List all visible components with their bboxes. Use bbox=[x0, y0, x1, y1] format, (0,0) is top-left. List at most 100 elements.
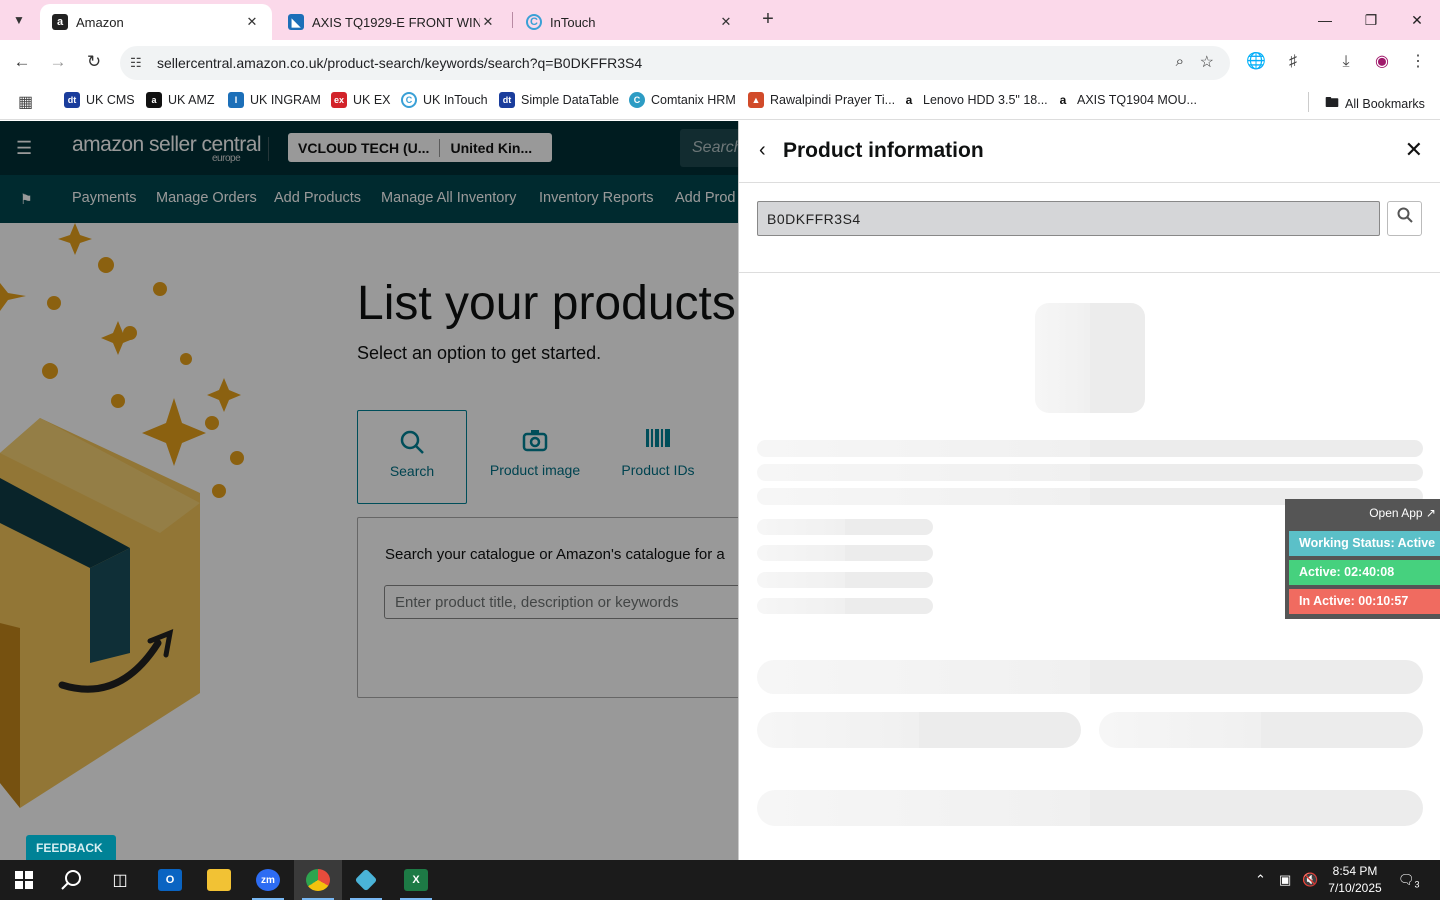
axis-favicon-icon: ◣ bbox=[288, 14, 304, 30]
download-icon[interactable]: ⤓ bbox=[1335, 51, 1357, 73]
bookmarks-bar: ▦ dt UK CMS a UK AMZ I UK INGRAM ex UK EX CU… bbox=[0, 84, 1440, 120]
browser-toolbar: ← → ↻ ☷ sellercentral.amazon.co.uk/produ… bbox=[0, 40, 1440, 84]
bookmark-prayer-times[interactable]: ▲ Rawalpindi Prayer Ti... bbox=[748, 92, 895, 108]
feedback-button[interactable]: FEEDBACK ✕ bbox=[26, 835, 116, 860]
tab-separator bbox=[512, 12, 513, 28]
bookmark-star-icon[interactable]: ☆ bbox=[1200, 52, 1214, 72]
minimize-button[interactable]: — bbox=[1311, 8, 1339, 32]
loading-line-placeholder bbox=[757, 440, 1423, 457]
search-icon[interactable] bbox=[48, 860, 96, 900]
drawer-header: ‹ Product information ✕ bbox=[739, 121, 1440, 183]
drawer-title: Product information bbox=[783, 139, 984, 162]
reload-button[interactable]: ↻ bbox=[82, 50, 106, 74]
apps-grid-icon[interactable]: ▦ bbox=[18, 92, 33, 112]
asin-search-button[interactable] bbox=[1387, 201, 1422, 236]
active-time: Active: 02:40:08 bbox=[1289, 560, 1440, 585]
bookmark-icon: dt bbox=[64, 92, 80, 108]
extensions-icon[interactable]: ♯ bbox=[1282, 51, 1304, 73]
product-information-drawer: ‹ Product information ✕ B0DKFFR3S4 bbox=[738, 121, 1440, 860]
file-explorer-icon[interactable] bbox=[195, 860, 243, 900]
close-tab-icon[interactable]: ✕ bbox=[718, 14, 734, 30]
loading-button-placeholder bbox=[757, 660, 1423, 694]
chevron-left-icon[interactable]: ‹ bbox=[759, 139, 766, 162]
intouch-status-widget: Open App ↗ Working Status: Active Active… bbox=[1285, 499, 1440, 619]
address-bar[interactable]: ☷ sellercentral.amazon.co.uk/product-sea… bbox=[120, 46, 1230, 80]
network-icon[interactable]: ▣ bbox=[1279, 872, 1291, 888]
bookmark-simple-datatable[interactable]: dt Simple DataTable bbox=[499, 92, 619, 108]
taskbar-clock[interactable]: 8:54 PM 7/10/2025 bbox=[1324, 863, 1386, 897]
bookmark-uk-intouch[interactable]: C UK InTouch bbox=[401, 92, 488, 108]
tab-search-chevron-icon[interactable]: ▼ bbox=[6, 8, 32, 32]
bookmark-icon: a bbox=[146, 92, 162, 108]
restore-button[interactable]: ❐ bbox=[1357, 8, 1385, 32]
amazon-favicon-icon: a bbox=[52, 14, 68, 30]
chrome-icon[interactable] bbox=[294, 860, 342, 900]
notification-center-icon[interactable]: 🗨3 bbox=[1398, 872, 1420, 890]
tab-title: AXIS TQ1929-E FRONT WINDOW bbox=[312, 14, 480, 30]
folder-icon: 🖿 bbox=[1325, 94, 1339, 110]
intouch-favicon-icon: C bbox=[526, 14, 542, 30]
tray-chevron-up-icon[interactable]: ⌃ bbox=[1255, 872, 1266, 888]
close-drawer-icon[interactable]: ✕ bbox=[1405, 137, 1423, 163]
site-info-icon[interactable]: ☷ bbox=[130, 55, 142, 71]
new-tab-button[interactable]: + bbox=[756, 8, 780, 32]
browser-tab-strip: ▼ a Amazon ✕ ◣ AXIS TQ1929-E FRONT WINDO… bbox=[0, 0, 1440, 40]
asin-search-input[interactable]: B0DKFFR3S4 bbox=[757, 201, 1380, 236]
clock-date: 7/10/2025 bbox=[1328, 881, 1382, 895]
loading-button-placeholder bbox=[757, 712, 1081, 748]
bookmark-icon: dt bbox=[499, 92, 515, 108]
bookmark-icon: a bbox=[1055, 92, 1071, 108]
drawer-divider bbox=[739, 272, 1440, 273]
seller-central-page: ☰ amazon seller central europe VCLOUD TE… bbox=[0, 121, 1440, 860]
bookmark-icon: ▲ bbox=[748, 92, 764, 108]
back-button[interactable]: ← bbox=[10, 50, 34, 74]
clock-time: 8:54 PM bbox=[1332, 864, 1378, 878]
close-tab-icon[interactable]: ✕ bbox=[244, 14, 260, 30]
loading-image-placeholder bbox=[1035, 303, 1145, 413]
bookmark-uk-cms[interactable]: dt UK CMS bbox=[64, 92, 135, 108]
bookmark-uk-amz[interactable]: a UK AMZ bbox=[146, 92, 215, 108]
inactive-time: In Active: 00:10:57 bbox=[1289, 589, 1440, 614]
excel-icon[interactable]: X bbox=[392, 860, 440, 900]
bookmark-axis-tq1904[interactable]: a AXIS TQ1904 MOU... bbox=[1055, 92, 1197, 108]
bookmark-icon: ex bbox=[331, 92, 347, 108]
tab-amazon[interactable]: a Amazon ✕ bbox=[40, 4, 272, 40]
bookmark-icon: C bbox=[629, 92, 645, 108]
all-bookmarks[interactable]: 🖿 All Bookmarks bbox=[1325, 92, 1425, 116]
loading-line-placeholder bbox=[757, 598, 933, 614]
translate-icon[interactable]: 🌐 bbox=[1245, 51, 1267, 73]
close-tab-icon[interactable]: ✕ bbox=[480, 14, 496, 30]
open-app-link[interactable]: Open App ↗ bbox=[1369, 506, 1436, 520]
task-view-icon[interactable]: ◫ bbox=[96, 860, 144, 900]
zoom-icon[interactable]: ⌕ bbox=[1176, 53, 1184, 70]
tab-title: InTouch bbox=[550, 14, 596, 30]
intouch-app-icon[interactable] bbox=[342, 860, 390, 900]
url-text[interactable]: sellercentral.amazon.co.uk/product-searc… bbox=[157, 55, 642, 71]
tab-axis[interactable]: ◣ AXIS TQ1929-E FRONT WINDOW ✕ bbox=[276, 4, 508, 40]
close-window-button[interactable]: ✕ bbox=[1403, 8, 1431, 32]
tab-title: Amazon bbox=[76, 14, 124, 30]
zoom-app-icon[interactable]: zm bbox=[244, 860, 292, 900]
bookmark-icon: C bbox=[401, 92, 417, 108]
search-icon bbox=[1397, 207, 1413, 223]
loading-line-placeholder bbox=[757, 464, 1423, 481]
bookmark-lenovo-hdd[interactable]: a Lenovo HDD 3.5" 18... bbox=[901, 92, 1048, 108]
profile-icon[interactable]: ◉ bbox=[1371, 51, 1393, 73]
loading-button-placeholder bbox=[757, 790, 1423, 826]
loading-line-placeholder bbox=[757, 572, 933, 588]
outlook-icon[interactable]: O bbox=[146, 860, 194, 900]
windows-taskbar: ◫ O zm X ⌃ ▣ 🔇 8:54 PM 7/10/2025 🗨3 bbox=[0, 860, 1440, 900]
working-status: Working Status: Active bbox=[1289, 531, 1440, 556]
volume-muted-icon[interactable]: 🔇 bbox=[1302, 872, 1318, 888]
bookmark-uk-ingram[interactable]: I UK INGRAM bbox=[228, 92, 321, 108]
forward-button[interactable]: → bbox=[46, 50, 70, 74]
bookmark-comtanix-hrm[interactable]: C Comtanix HRM bbox=[629, 92, 736, 108]
bookmark-uk-ex[interactable]: ex UK EX bbox=[331, 92, 391, 108]
loading-button-placeholder bbox=[1099, 712, 1423, 748]
bookmarks-divider bbox=[1308, 92, 1309, 112]
menu-kebab-icon[interactable]: ⋮ bbox=[1407, 51, 1429, 73]
tab-intouch[interactable]: C InTouch ✕ bbox=[514, 4, 746, 40]
bookmark-icon: a bbox=[901, 92, 917, 108]
loading-line-placeholder bbox=[757, 545, 933, 561]
windows-start-icon[interactable] bbox=[0, 860, 48, 900]
